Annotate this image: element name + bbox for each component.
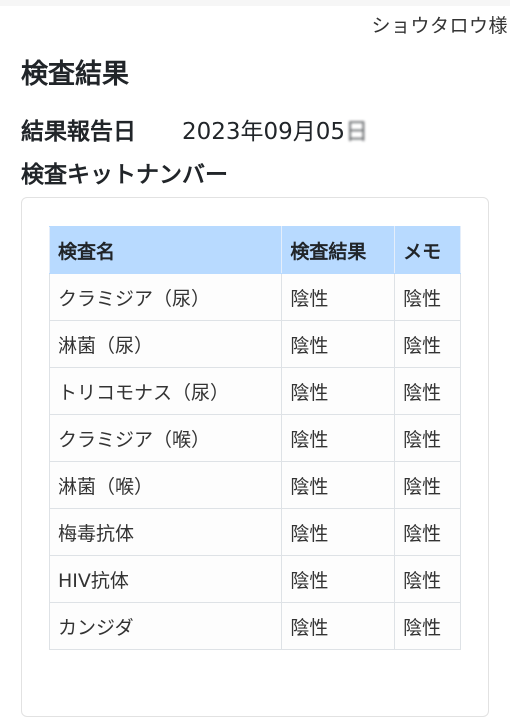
test-name-cell: トリコモナス（尿）: [48, 367, 283, 415]
test-name-cell: 梅毒抗体: [48, 508, 283, 556]
report-date-text: 2023年09月05: [182, 119, 346, 145]
result-cell: 陰性: [281, 602, 396, 650]
memo-cell: 陰性: [394, 555, 461, 603]
test-name-cell: 淋菌（尿）: [48, 320, 283, 368]
memo-cell: 陰性: [394, 602, 461, 650]
report-date-label: 結果報告日: [21, 119, 136, 145]
result-cell: 陰性: [281, 414, 396, 462]
page-title: 検査結果: [21, 59, 129, 90]
result-cell: 陰性: [281, 461, 396, 509]
results-table: 検査名 検査結果 メモ クラミジア（尿） 陰性 陰性 淋菌（尿） 陰性 陰性 ト…: [48, 226, 461, 650]
table-row: 淋菌（喉） 陰性 陰性: [48, 461, 461, 509]
result-cell: 陰性: [281, 367, 396, 415]
memo-cell: 陰性: [394, 320, 461, 368]
column-header-memo: メモ: [394, 226, 461, 274]
user-name: ショウタロウ様: [371, 15, 508, 37]
report-date-row: 結果報告日 2023年09月05日: [21, 112, 368, 146]
table-row: 梅毒抗体 陰性 陰性: [48, 508, 461, 556]
test-name-cell: カンジダ: [48, 602, 283, 650]
memo-cell: 陰性: [394, 461, 461, 509]
memo-cell: 陰性: [394, 414, 461, 462]
table-row: クラミジア（尿） 陰性 陰性: [48, 273, 461, 321]
result-cell: 陰性: [281, 555, 396, 603]
column-header-result: 検査結果: [281, 226, 396, 274]
top-bar: [0, 0, 510, 6]
result-cell: 陰性: [281, 320, 396, 368]
test-name-cell: クラミジア（尿）: [48, 273, 283, 321]
memo-cell: 陰性: [394, 508, 461, 556]
memo-cell: 陰性: [394, 273, 461, 321]
table-row: HIV抗体 陰性 陰性: [48, 555, 461, 603]
result-cell: 陰性: [281, 508, 396, 556]
table-row: 淋菌（尿） 陰性 陰性: [48, 320, 461, 368]
report-date-value: 2023年09月05日: [182, 112, 368, 146]
memo-cell: 陰性: [394, 367, 461, 415]
kit-number-label: 検査キットナンバー: [21, 162, 228, 188]
kit-number-row: 検査キットナンバー: [21, 155, 274, 189]
table-row: トリコモナス（尿） 陰性 陰性: [48, 367, 461, 415]
report-date-suffix: 日: [345, 119, 369, 145]
test-name-cell: HIV抗体: [48, 555, 283, 603]
test-name-cell: 淋菌（喉）: [48, 461, 283, 509]
test-name-cell: クラミジア（喉）: [48, 414, 283, 462]
table-header-row: 検査名 検査結果 メモ: [48, 226, 461, 274]
result-cell: 陰性: [281, 273, 396, 321]
table-row: カンジダ 陰性 陰性: [48, 602, 461, 650]
column-header-test-name: 検査名: [48, 226, 283, 274]
table-row: クラミジア（喉） 陰性 陰性: [48, 414, 461, 462]
